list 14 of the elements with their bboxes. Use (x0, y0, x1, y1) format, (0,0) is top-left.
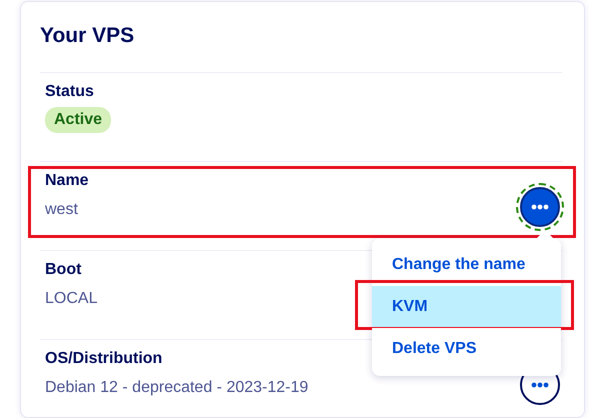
field-value: west (45, 200, 79, 220)
menu-item[interactable]: KVM (372, 286, 561, 328)
menu-item[interactable]: Delete VPS (372, 328, 561, 370)
status-badge: Active (45, 107, 112, 134)
card-title: Your VPS (40, 23, 136, 48)
field-label: Boot (45, 260, 82, 280)
field-value: LOCAL (45, 289, 98, 310)
dots-icon (531, 204, 549, 210)
field-label: OS/Distribution (45, 349, 164, 370)
menu-item[interactable]: Change the name (372, 244, 561, 286)
field-label: Status (45, 82, 95, 102)
dots-icon (531, 382, 549, 388)
field-value: Debian 12 - deprecated - 2023-12-19 (45, 378, 308, 398)
field-label: Name (45, 171, 89, 192)
